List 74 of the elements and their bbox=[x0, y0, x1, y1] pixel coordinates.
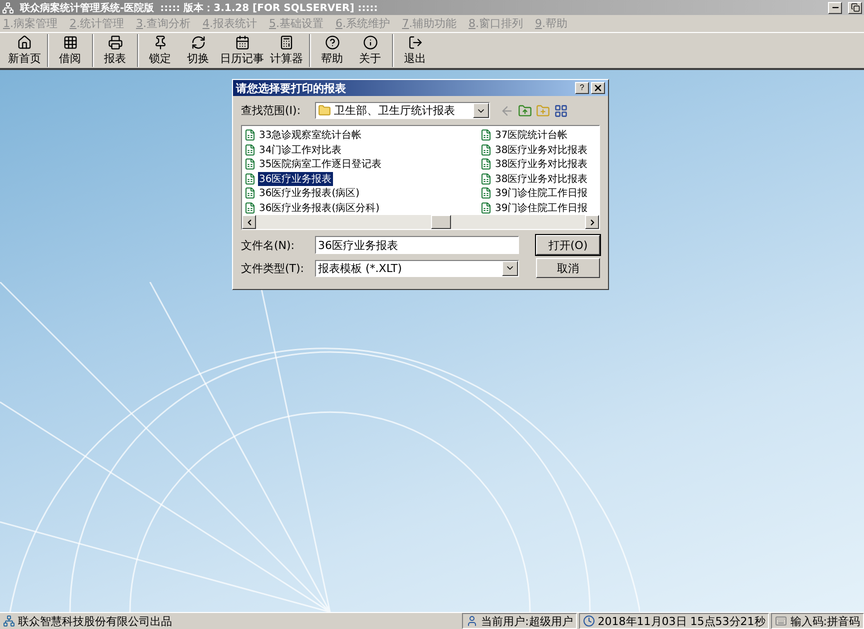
spreadsheet-icon bbox=[480, 144, 492, 156]
folder-icon bbox=[318, 104, 331, 117]
app-icon bbox=[2, 2, 14, 14]
info-icon bbox=[362, 35, 378, 50]
user-icon bbox=[466, 615, 478, 627]
file-item[interactable]: 38医疗业务对比报表 bbox=[494, 172, 589, 186]
toolbar-button[interactable]: 关于 bbox=[351, 34, 389, 67]
toolbar-button[interactable]: 日历记事 bbox=[217, 34, 267, 67]
clock-icon bbox=[582, 615, 595, 627]
window-title: 联众病案统计管理系统-医院版 bbox=[20, 1, 154, 14]
close-icon bbox=[593, 83, 603, 93]
open-button[interactable]: 打开(O) bbox=[536, 235, 600, 255]
exit-icon bbox=[408, 35, 422, 50]
spreadsheet-icon bbox=[244, 129, 256, 142]
filename-label: 文件名(N): bbox=[241, 238, 296, 252]
filetype-label: 文件类型(T): bbox=[241, 260, 306, 276]
swap-icon bbox=[190, 35, 206, 50]
file-item[interactable]: 34门诊工作对比表 bbox=[258, 142, 343, 157]
printer-icon bbox=[108, 35, 122, 50]
input-method-text: 输入码:拼音码 bbox=[790, 614, 860, 628]
dialog-title: 请您选择要打印的报表 bbox=[236, 80, 346, 96]
restore-button[interactable] bbox=[848, 2, 862, 14]
file-item[interactable]: 38医疗业务对比报表 bbox=[494, 157, 589, 172]
toolbar-button[interactable]: 帮助 bbox=[313, 34, 351, 67]
file-item[interactable]: 39门诊住院工作日报 bbox=[494, 186, 589, 200]
calculator-icon bbox=[279, 35, 294, 50]
file-item[interactable]: 33急诊观察室统计台帐 bbox=[258, 128, 363, 142]
vendor-text: 联众智慧科技股份有限公司出品 bbox=[18, 614, 172, 628]
pin-icon bbox=[152, 35, 168, 50]
current-user-text: 当前用户:超级用户 bbox=[481, 614, 573, 628]
logo-icon bbox=[3, 615, 15, 627]
file-item[interactable]: 35医院病室工作逐日登记表 bbox=[258, 157, 383, 172]
toolbar-button[interactable]: 切换 bbox=[179, 34, 217, 67]
spreadsheet-icon bbox=[244, 187, 256, 200]
scrollbar-thumb[interactable] bbox=[431, 215, 451, 229]
cancel-button[interactable]: 取消 bbox=[536, 258, 600, 278]
folder-up-icon[interactable] bbox=[518, 104, 532, 118]
spreadsheet-icon bbox=[244, 144, 256, 156]
file-item[interactable]: 38医疗业务对比报表 bbox=[494, 142, 589, 157]
spreadsheet-icon bbox=[480, 172, 492, 185]
view-menu-icon[interactable] bbox=[554, 104, 568, 118]
file-item[interactable]: 36医疗业务报表(病区分科) bbox=[258, 200, 381, 215]
toolbar-button[interactable]: 借阅 bbox=[51, 34, 89, 67]
toolbar-button[interactable]: 新首页 bbox=[5, 34, 44, 67]
spreadsheet-icon bbox=[480, 158, 492, 170]
restore-icon bbox=[850, 3, 860, 12]
filename-field[interactable]: 36医疗业务报表 bbox=[315, 236, 519, 254]
file-item[interactable]: 39门诊住院工作日报 bbox=[494, 200, 589, 215]
minimize-button[interactable] bbox=[828, 2, 842, 14]
toolbar-button[interactable]: 计算器 bbox=[267, 34, 306, 67]
keyboard-icon bbox=[775, 615, 788, 627]
spreadsheet-icon bbox=[244, 158, 256, 170]
file-item[interactable]: 36医疗业务报表(病区) bbox=[258, 186, 361, 200]
help-button[interactable]: ? bbox=[575, 82, 589, 94]
spreadsheet-icon bbox=[480, 187, 492, 200]
spreadsheet-icon bbox=[480, 129, 492, 142]
filetype-dropdown[interactable]: 报表模板 (*.XLT) bbox=[315, 260, 519, 276]
file-item[interactable]: 36医疗业务报表 bbox=[258, 172, 333, 186]
toolbar-button[interactable]: 锁定 bbox=[141, 34, 179, 67]
version-text: ::::: 版本：3.1.28 [FOR SQLSERVER] ::::: bbox=[160, 2, 378, 14]
spreadsheet-icon bbox=[244, 202, 256, 214]
horizontal-scrollbar[interactable] bbox=[242, 215, 599, 229]
help-icon bbox=[324, 35, 340, 50]
grid-icon bbox=[62, 35, 78, 50]
toolbar-button[interactable]: 报表 bbox=[96, 34, 134, 67]
toolbar-button[interactable]: 退出 bbox=[396, 34, 434, 67]
close-button[interactable] bbox=[591, 82, 605, 94]
file-item[interactable]: 37医院统计台帐 bbox=[494, 128, 569, 142]
datetime-text: 2018年11月03日 15点53分21秒 bbox=[598, 614, 766, 628]
look-in-dropdown[interactable]: 卫生部、卫生厅统计报表 bbox=[315, 102, 490, 119]
spreadsheet-icon bbox=[244, 172, 256, 185]
look-in-label: 查找范围(I): bbox=[241, 103, 302, 118]
spreadsheet-icon bbox=[480, 202, 492, 214]
calendar-icon bbox=[234, 35, 250, 50]
